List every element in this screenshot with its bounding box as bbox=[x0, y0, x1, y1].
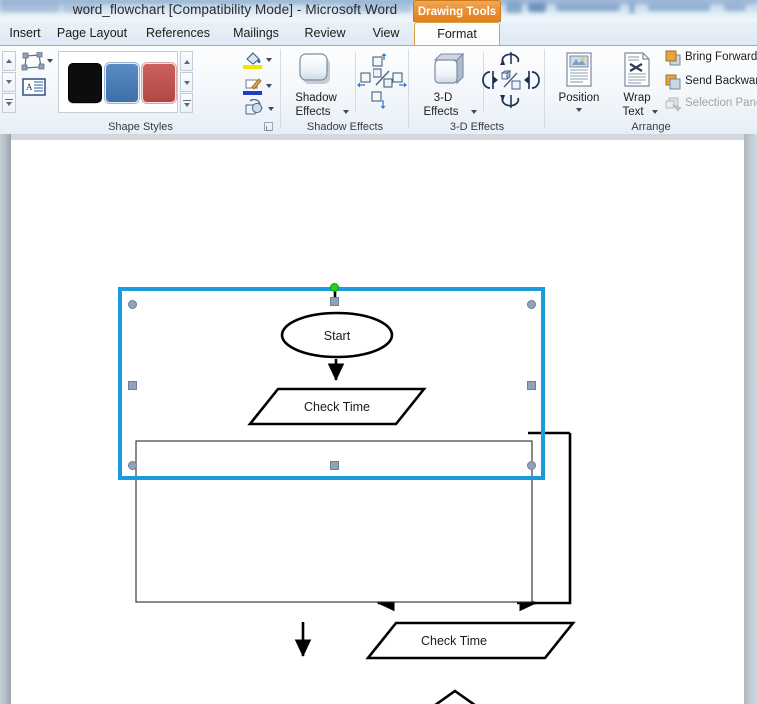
tab-review[interactable]: Review bbox=[297, 22, 353, 45]
gallery-up-button[interactable] bbox=[180, 51, 193, 71]
tilt-down-icon[interactable] bbox=[500, 90, 522, 110]
send-backward-label[interactable]: Send Backward bbox=[685, 75, 757, 87]
send-backward-icon[interactable] bbox=[665, 74, 681, 90]
background-blur-7 bbox=[630, 2, 634, 14]
handle-bottom-left[interactable] bbox=[128, 461, 137, 470]
ribbon-group-arrange: Position Wrap Text Bring Forward Send Ba… bbox=[545, 46, 757, 134]
selection-pane-icon bbox=[665, 96, 682, 112]
title-bar: word_flowchart [Compatibility Mode] - Mi… bbox=[0, 0, 757, 22]
shape-fill-icon[interactable] bbox=[243, 50, 263, 70]
flow-node-decision[interactable] bbox=[390, 689, 520, 704]
selection-pane-label: Selection Pane bbox=[685, 97, 757, 109]
shadow-effects-icon[interactable] bbox=[295, 51, 337, 91]
ribbon: A Shape Styles Shadow Effects Shadow Eff… bbox=[0, 45, 757, 180]
shadow-effects-label-line1[interactable]: Shadow bbox=[281, 92, 351, 104]
shape-style-swatch-red[interactable] bbox=[142, 63, 176, 103]
text-box-icon[interactable]: A bbox=[20, 77, 46, 97]
group-title-3d-effects: 3-D Effects bbox=[449, 121, 505, 133]
handle-top-right[interactable] bbox=[527, 300, 536, 309]
position-caret[interactable] bbox=[576, 108, 582, 112]
handle-middle-right[interactable] bbox=[527, 381, 536, 390]
rotation-handle[interactable] bbox=[330, 283, 339, 292]
tab-view[interactable]: View bbox=[363, 22, 409, 45]
background-blur-8 bbox=[648, 3, 710, 11]
tab-insert[interactable]: Insert bbox=[2, 22, 48, 45]
wrap-text-label-line1[interactable]: Wrap bbox=[615, 92, 659, 104]
tilt-up-icon[interactable] bbox=[500, 50, 522, 70]
tilt-left-icon[interactable] bbox=[481, 70, 501, 90]
svg-text:A: A bbox=[26, 82, 33, 92]
shape-style-swatch-black[interactable] bbox=[68, 63, 102, 103]
change-shape-icon[interactable] bbox=[243, 98, 265, 119]
bring-forward-icon[interactable] bbox=[665, 50, 681, 66]
change-shape-caret[interactable] bbox=[268, 107, 274, 111]
position-label[interactable]: Position bbox=[547, 92, 611, 104]
shape-styles-gallery[interactable] bbox=[58, 51, 178, 113]
wrap-text-caret[interactable] bbox=[652, 110, 658, 114]
ribbon-group-shadow-effects: Shadow Effects Shadow Effects bbox=[281, 46, 409, 134]
shape-outline-icon[interactable] bbox=[243, 76, 263, 96]
tab-references[interactable]: References bbox=[139, 22, 217, 45]
flow-node-check-time-2-label: Check Time bbox=[421, 634, 487, 648]
ribbon-group-shape-styles: A Shape Styles bbox=[0, 46, 281, 134]
shape-outline-caret[interactable] bbox=[266, 84, 272, 88]
gallery-scroll-down-button[interactable] bbox=[2, 72, 16, 92]
handle-middle-left[interactable] bbox=[128, 381, 137, 390]
gallery-down-button[interactable] bbox=[180, 72, 193, 92]
shape-fill-caret[interactable] bbox=[266, 58, 272, 62]
background-blur-9 bbox=[724, 3, 746, 11]
three-d-effects-label-line1[interactable]: 3-D bbox=[411, 92, 475, 104]
wrap-text-label-line2[interactable]: Text bbox=[613, 106, 653, 118]
nudge-shadow-left-icon[interactable] bbox=[355, 70, 373, 88]
three-d-effects-caret[interactable] bbox=[471, 110, 477, 114]
group-title-shadow-effects: Shadow Effects bbox=[306, 121, 384, 133]
edit-shape-icon[interactable] bbox=[20, 51, 46, 72]
three-d-on-off-icon[interactable] bbox=[500, 70, 521, 90]
edit-shape-caret[interactable] bbox=[47, 59, 53, 63]
shadow-effects-label-line2[interactable]: Effects bbox=[281, 106, 345, 118]
tilt-right-icon[interactable] bbox=[521, 70, 541, 90]
contextual-tab-group-label: Drawing Tools bbox=[413, 0, 501, 22]
handle-bottom-right[interactable] bbox=[527, 461, 536, 470]
wrap-text-icon[interactable] bbox=[621, 52, 653, 90]
gallery-expand-button[interactable] bbox=[180, 93, 193, 113]
gallery-scroll-up-button[interactable] bbox=[2, 51, 16, 71]
shape-selection-rectangle[interactable] bbox=[118, 287, 545, 480]
document-title: word_flowchart [Compatibility Mode] - Mi… bbox=[72, 2, 398, 17]
handle-top-left[interactable] bbox=[128, 300, 137, 309]
shape-styles-dialog-launcher[interactable] bbox=[264, 122, 273, 131]
gallery-scroll-buttons-right bbox=[180, 51, 193, 113]
three-d-effects-label-line2[interactable]: Effects bbox=[409, 106, 473, 118]
background-blur-5 bbox=[528, 2, 546, 12]
word-application-window: word_flowchart [Compatibility Mode] - Mi… bbox=[0, 0, 757, 704]
tab-mailings[interactable]: Mailings bbox=[225, 22, 287, 45]
bring-forward-label[interactable]: Bring Forward bbox=[685, 51, 757, 63]
nudge-shadow-right-icon[interactable] bbox=[391, 70, 409, 88]
position-icon[interactable] bbox=[561, 52, 597, 90]
ribbon-group-3d-effects: 3-D Effects 3-D Effects bbox=[409, 46, 545, 134]
gallery-more-button[interactable] bbox=[2, 93, 16, 113]
nudge-shadow-down-icon[interactable] bbox=[369, 90, 387, 110]
shadow-on-off-icon[interactable] bbox=[372, 68, 393, 88]
tab-page-layout[interactable]: Page Layout bbox=[52, 22, 132, 45]
background-blur-6 bbox=[556, 3, 620, 11]
group-title-shape-styles: Shape Styles bbox=[108, 121, 173, 133]
three-d-effects-icon[interactable] bbox=[427, 51, 471, 91]
handle-bottom-center[interactable] bbox=[330, 461, 339, 470]
shape-style-swatch-blue[interactable] bbox=[105, 63, 139, 103]
shadow-effects-caret[interactable] bbox=[343, 110, 349, 114]
ribbon-tab-strip: Insert Page Layout References Mailings R… bbox=[0, 22, 757, 46]
tab-format[interactable]: Format bbox=[414, 22, 500, 46]
group-title-arrange: Arrange bbox=[631, 121, 671, 133]
gallery-scroll-buttons-left bbox=[2, 51, 16, 113]
handle-top-center[interactable] bbox=[330, 297, 339, 306]
